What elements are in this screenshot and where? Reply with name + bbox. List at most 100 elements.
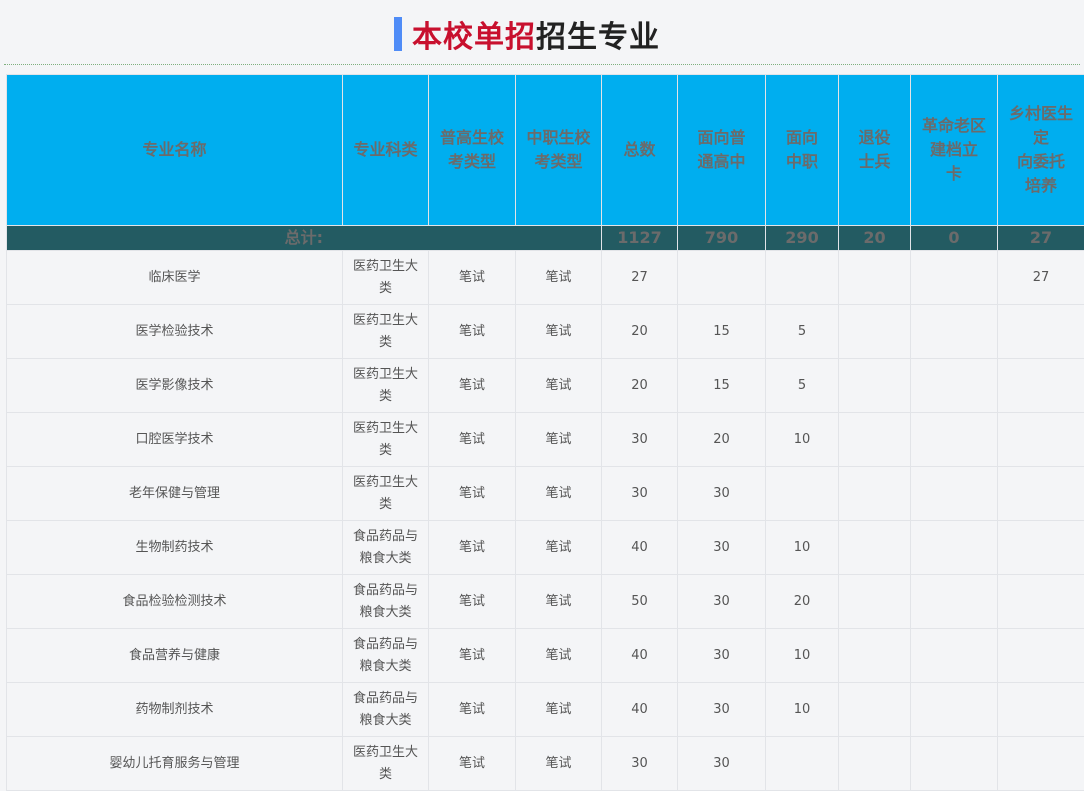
cell-highschool-exam-type: 笔试 bbox=[429, 629, 516, 683]
cell-old-revolutionary-area bbox=[911, 629, 998, 683]
total-row: 总计: 1127 790 290 20 0 27 bbox=[7, 226, 1084, 251]
cell-veterans bbox=[839, 521, 911, 575]
cell-category: 食品药品与粮食大类 bbox=[343, 629, 429, 683]
cell-rural-doctor bbox=[998, 413, 1084, 467]
cell-vocational bbox=[766, 737, 839, 791]
cell-category: 食品药品与粮食大类 bbox=[343, 521, 429, 575]
cell-old-revolutionary-area bbox=[911, 467, 998, 521]
total-value: 0 bbox=[911, 226, 998, 251]
cell-vocational: 10 bbox=[766, 413, 839, 467]
table-row: 婴幼儿托育服务与管理医药卫生大类笔试笔试3030 bbox=[7, 737, 1084, 791]
cell-veterans bbox=[839, 575, 911, 629]
table-row: 食品营养与健康食品药品与粮食大类笔试笔试403010 bbox=[7, 629, 1084, 683]
cell-vocational bbox=[766, 251, 839, 305]
cell-veterans bbox=[839, 359, 911, 413]
header-rural-doctor: 乡村医生 定 向委托 培养 bbox=[998, 75, 1084, 226]
cell-highschool: 15 bbox=[678, 305, 766, 359]
cell-total: 27 bbox=[602, 251, 678, 305]
cell-veterans bbox=[839, 683, 911, 737]
cell-major-name: 口腔医学技术 bbox=[7, 413, 343, 467]
cell-vocational-exam-type: 笔试 bbox=[516, 251, 602, 305]
header-category: 专业科类 bbox=[343, 75, 429, 226]
cell-vocational-exam-type: 笔试 bbox=[516, 629, 602, 683]
cell-rural-doctor: 27 bbox=[998, 251, 1084, 305]
cell-highschool: 30 bbox=[678, 467, 766, 521]
cell-highschool: 30 bbox=[678, 629, 766, 683]
cell-old-revolutionary-area bbox=[911, 683, 998, 737]
title-divider bbox=[4, 64, 1080, 65]
cell-highschool: 15 bbox=[678, 359, 766, 413]
cell-rural-doctor bbox=[998, 521, 1084, 575]
cell-total: 40 bbox=[602, 683, 678, 737]
cell-category: 医药卫生大类 bbox=[343, 413, 429, 467]
cell-veterans bbox=[839, 251, 911, 305]
table-header-row: 专业名称 专业科类 普高生校 考类型 中职生校 考类型 总数 面向普 通高中 面… bbox=[7, 75, 1084, 226]
cell-vocational bbox=[766, 467, 839, 521]
page-header: 本校单招 招生专业 bbox=[0, 0, 1084, 64]
cell-major-name: 临床医学 bbox=[7, 251, 343, 305]
cell-veterans bbox=[839, 413, 911, 467]
cell-vocational-exam-type: 笔试 bbox=[516, 359, 602, 413]
cell-highschool-exam-type: 笔试 bbox=[429, 737, 516, 791]
cell-category: 食品药品与粮食大类 bbox=[343, 683, 429, 737]
cell-highschool-exam-type: 笔试 bbox=[429, 251, 516, 305]
header-veterans: 退役 士兵 bbox=[839, 75, 911, 226]
cell-vocational: 5 bbox=[766, 359, 839, 413]
cell-major-name: 老年保健与管理 bbox=[7, 467, 343, 521]
cell-vocational-exam-type: 笔试 bbox=[516, 521, 602, 575]
total-value: 290 bbox=[766, 226, 839, 251]
title-highlight: 本校单招 bbox=[412, 12, 536, 56]
cell-highschool-exam-type: 笔试 bbox=[429, 683, 516, 737]
cell-veterans bbox=[839, 305, 911, 359]
cell-veterans bbox=[839, 629, 911, 683]
header-vocational-exam-type: 中职生校 考类型 bbox=[516, 75, 602, 226]
cell-highschool-exam-type: 笔试 bbox=[429, 575, 516, 629]
cell-vocational-exam-type: 笔试 bbox=[516, 467, 602, 521]
cell-vocational-exam-type: 笔试 bbox=[516, 683, 602, 737]
cell-highschool-exam-type: 笔试 bbox=[429, 521, 516, 575]
cell-old-revolutionary-area bbox=[911, 737, 998, 791]
title-accent-bar bbox=[394, 17, 402, 51]
cell-category: 医药卫生大类 bbox=[343, 251, 429, 305]
cell-vocational-exam-type: 笔试 bbox=[516, 575, 602, 629]
cell-highschool-exam-type: 笔试 bbox=[429, 305, 516, 359]
cell-major-name: 食品营养与健康 bbox=[7, 629, 343, 683]
cell-highschool-exam-type: 笔试 bbox=[429, 467, 516, 521]
cell-old-revolutionary-area bbox=[911, 305, 998, 359]
cell-total: 20 bbox=[602, 305, 678, 359]
cell-category: 食品药品与粮食大类 bbox=[343, 575, 429, 629]
cell-total: 40 bbox=[602, 521, 678, 575]
cell-highschool-exam-type: 笔试 bbox=[429, 413, 516, 467]
cell-major-name: 婴幼儿托育服务与管理 bbox=[7, 737, 343, 791]
total-label: 总计: bbox=[7, 226, 602, 251]
header-highschool-exam-type: 普高生校 考类型 bbox=[429, 75, 516, 226]
cell-total: 40 bbox=[602, 629, 678, 683]
cell-vocational: 10 bbox=[766, 683, 839, 737]
cell-major-name: 医学影像技术 bbox=[7, 359, 343, 413]
cell-total: 30 bbox=[602, 467, 678, 521]
cell-rural-doctor bbox=[998, 683, 1084, 737]
table-row: 药物制剂技术食品药品与粮食大类笔试笔试403010 bbox=[7, 683, 1084, 737]
cell-category: 医药卫生大类 bbox=[343, 305, 429, 359]
header-old-revolutionary-area: 革命老区 建档立 卡 bbox=[911, 75, 998, 226]
cell-total: 30 bbox=[602, 413, 678, 467]
cell-rural-doctor bbox=[998, 359, 1084, 413]
cell-highschool: 30 bbox=[678, 737, 766, 791]
header-total: 总数 bbox=[602, 75, 678, 226]
cell-highschool: 30 bbox=[678, 575, 766, 629]
cell-veterans bbox=[839, 737, 911, 791]
cell-highschool: 30 bbox=[678, 521, 766, 575]
cell-highschool-exam-type: 笔试 bbox=[429, 359, 516, 413]
cell-rural-doctor bbox=[998, 629, 1084, 683]
cell-rural-doctor bbox=[998, 737, 1084, 791]
total-value: 20 bbox=[839, 226, 911, 251]
cell-major-name: 食品检验检测技术 bbox=[7, 575, 343, 629]
table-row: 医学影像技术医药卫生大类笔试笔试20155 bbox=[7, 359, 1084, 413]
cell-veterans bbox=[839, 467, 911, 521]
cell-rural-doctor bbox=[998, 575, 1084, 629]
cell-old-revolutionary-area bbox=[911, 413, 998, 467]
cell-vocational: 10 bbox=[766, 521, 839, 575]
cell-old-revolutionary-area bbox=[911, 575, 998, 629]
cell-total: 50 bbox=[602, 575, 678, 629]
header-major-name: 专业名称 bbox=[7, 75, 343, 226]
